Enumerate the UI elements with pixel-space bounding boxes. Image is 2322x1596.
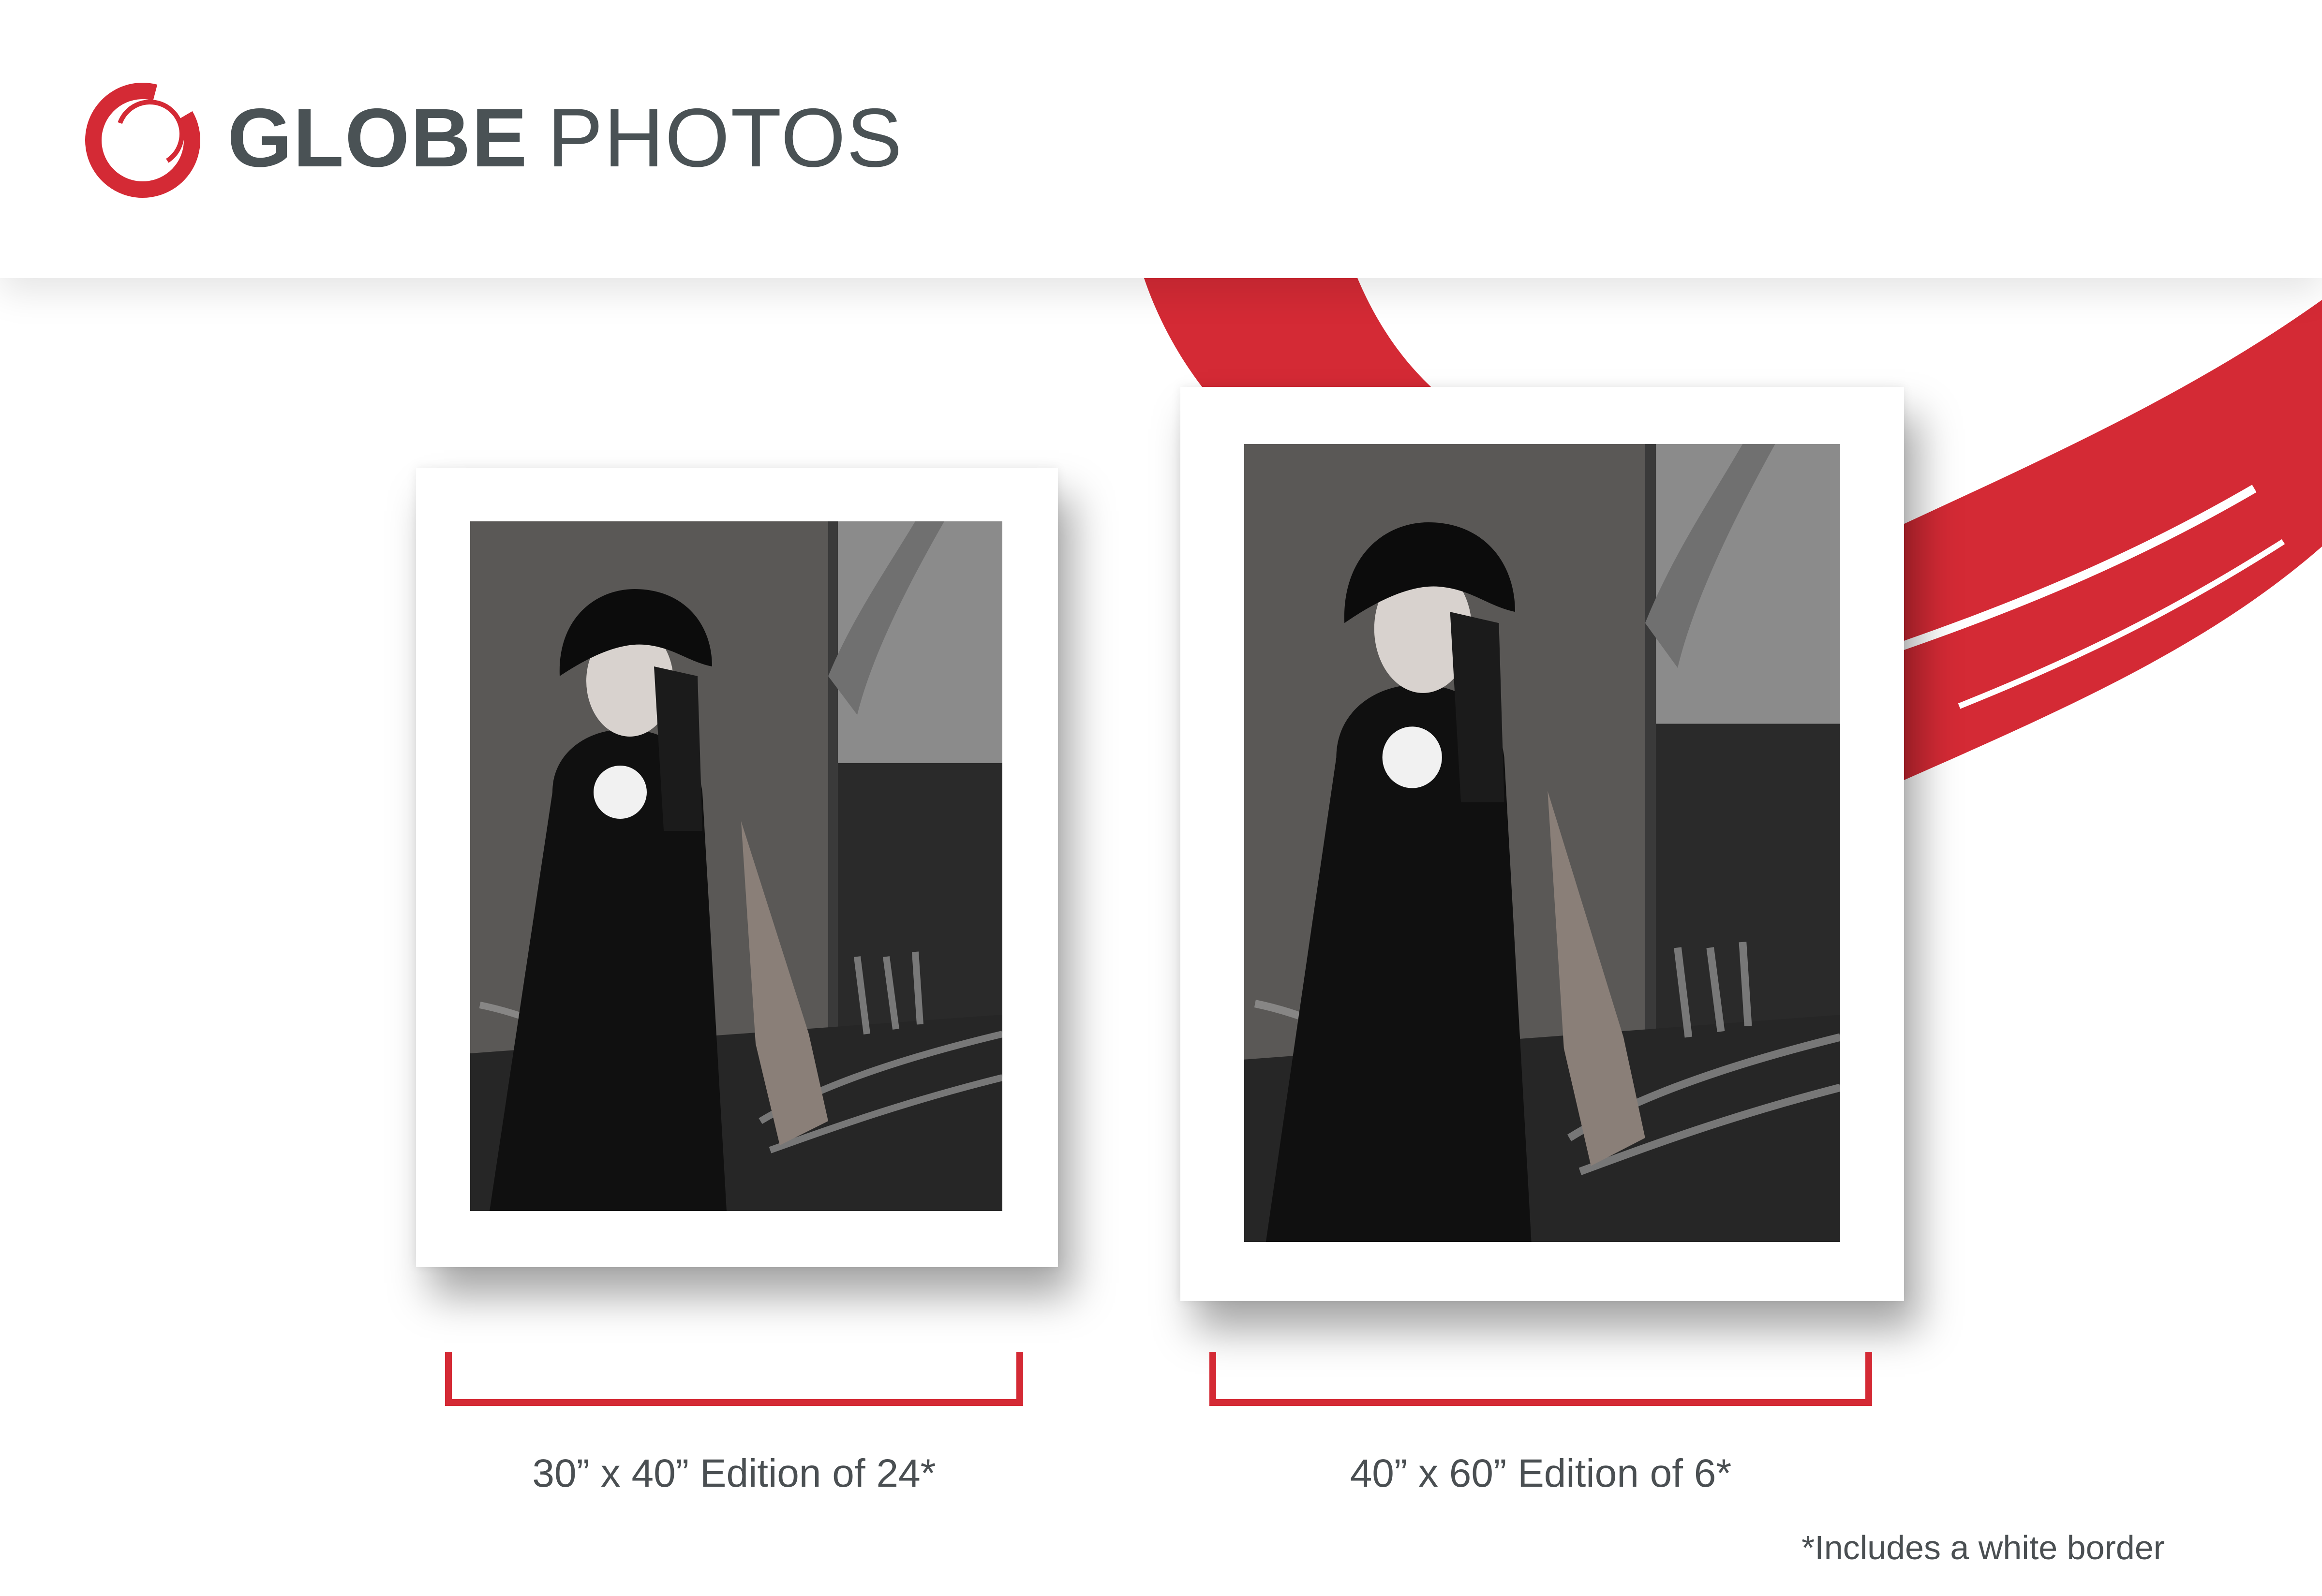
- brand-name-bold: GLOBE: [227, 91, 528, 184]
- edition-caption-large: 40” x 60” Edition of 6*: [1350, 1451, 1732, 1495]
- header: GLOBE PHOTOS: [0, 0, 2322, 278]
- size-bracket-large: [1209, 1352, 1872, 1406]
- brand-wordmark: GLOBE PHOTOS: [227, 89, 903, 186]
- size-bracket-small: [445, 1352, 1023, 1406]
- border-footnote: *Includes a white border: [1801, 1529, 2165, 1566]
- edition-caption-small: 30” x 40” Edition of 24*: [532, 1451, 936, 1495]
- print-preview-small: [416, 468, 1058, 1267]
- print-preview-large: [1180, 387, 1904, 1301]
- portrait-photo: [470, 521, 1002, 1211]
- brush-ring-logo-icon: [85, 83, 200, 198]
- portrait-photo: [1244, 444, 1840, 1242]
- brand-name-light: PHOTOS: [547, 91, 903, 184]
